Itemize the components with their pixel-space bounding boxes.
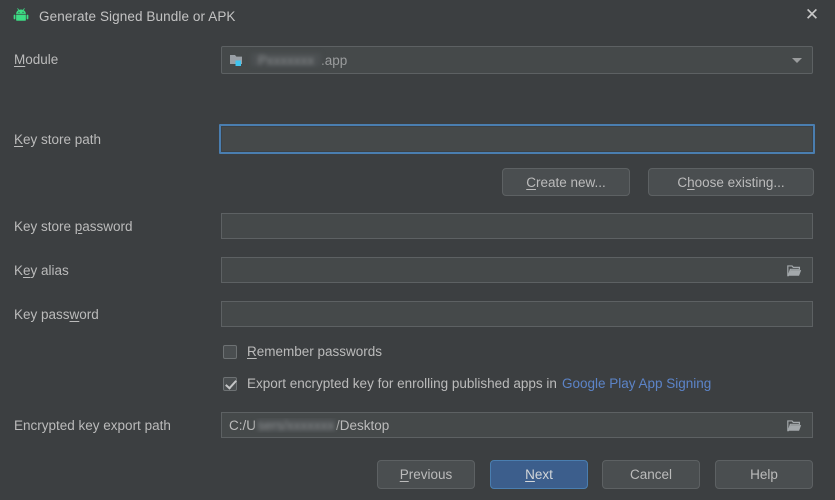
encrypted-key-export-path-input[interactable]: C:/Users/xxxxxxx/Desktop xyxy=(221,412,813,438)
encrypted-key-export-path-value: C:/Users/xxxxxxx/Desktop xyxy=(222,418,389,433)
export-encrypted-key-label: Export encrypted key for enrolling publi… xyxy=(247,376,557,391)
export-encrypted-key-checkbox[interactable] xyxy=(223,377,237,391)
encrypted-key-export-path-label: Encrypted key export path xyxy=(14,418,171,433)
keystore-path-label: Key store path xyxy=(14,132,101,147)
key-alias-label: Key alias xyxy=(14,263,69,278)
remember-passwords-label: Remember passwords xyxy=(247,344,382,359)
module-value: Pxxxxxxx.app xyxy=(251,53,347,68)
cancel-button[interactable]: Cancel xyxy=(602,460,700,489)
keystore-password-label: Key store password xyxy=(14,219,133,234)
export-path-redacted: sers/xxxxxxx xyxy=(256,418,336,431)
chevron-down-icon[interactable] xyxy=(792,58,802,63)
folder-open-icon[interactable] xyxy=(787,264,802,277)
module-name-suffix: .app xyxy=(321,53,347,68)
key-alias-input[interactable] xyxy=(221,257,813,283)
generate-signed-bundle-dialog: Generate Signed Bundle or APK ✕ Module P… xyxy=(0,0,835,500)
key-password-label: Key password xyxy=(14,307,99,322)
export-encrypted-key-checkbox-row[interactable]: Export encrypted key for enrolling publi… xyxy=(223,376,711,391)
help-button[interactable]: Help xyxy=(715,460,813,489)
remember-passwords-checkbox[interactable] xyxy=(223,345,237,359)
dialog-titlebar: Generate Signed Bundle or APK ✕ xyxy=(0,0,835,32)
remember-passwords-checkbox-row[interactable]: Remember passwords xyxy=(223,344,382,359)
android-robot-icon xyxy=(12,7,30,25)
choose-existing-button[interactable]: Choose existing... xyxy=(648,168,814,196)
dialog-title: Generate Signed Bundle or APK xyxy=(39,9,236,24)
previous-button[interactable]: Previous xyxy=(377,460,475,489)
module-name-redacted: Pxxxxxxx xyxy=(251,53,321,66)
google-play-app-signing-link[interactable]: Google Play App Signing xyxy=(562,376,711,391)
module-dropdown[interactable]: Pxxxxxxx.app xyxy=(221,46,813,74)
module-icon xyxy=(229,52,245,68)
keystore-password-input[interactable] xyxy=(221,213,813,239)
key-password-input[interactable] xyxy=(221,301,813,327)
next-button[interactable]: Next xyxy=(490,460,588,489)
module-label: Module xyxy=(14,52,58,67)
keystore-path-input[interactable] xyxy=(219,124,815,154)
folder-open-icon[interactable] xyxy=(787,419,802,432)
close-icon[interactable]: ✕ xyxy=(789,0,835,30)
create-new-button[interactable]: Create new... xyxy=(502,168,630,196)
